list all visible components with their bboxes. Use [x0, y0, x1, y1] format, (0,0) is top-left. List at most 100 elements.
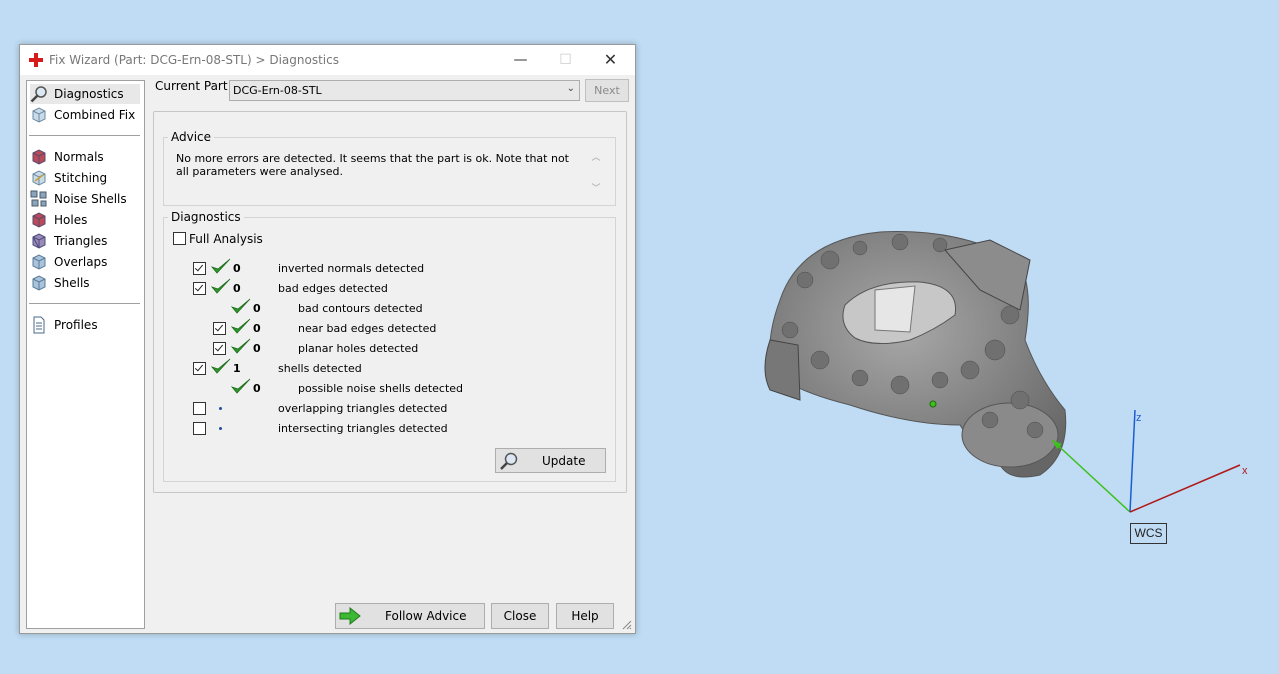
update-label: Update — [542, 454, 586, 468]
triangles-cube-icon — [32, 233, 46, 249]
diagnostic-count: 0 — [233, 262, 241, 275]
diagnostic-count: 0 — [253, 342, 261, 355]
nav-label: Combined Fix — [54, 108, 136, 122]
overlaps-cube-icon — [32, 254, 46, 270]
diagnostic-count: 0 — [253, 382, 261, 395]
green-check-icon — [211, 258, 231, 274]
pending-dot-icon — [219, 427, 222, 430]
nav-item-overlaps[interactable]: Overlaps — [30, 252, 140, 272]
close-button[interactable]: Close — [491, 603, 549, 629]
red-cross-icon — [29, 53, 43, 67]
diagnostic-checkbox[interactable] — [193, 262, 206, 275]
holes-cube-icon — [32, 212, 46, 228]
magnifier-icon — [30, 86, 47, 103]
z-axis-label: z — [1136, 412, 1142, 424]
noise-shells-icon — [30, 190, 47, 207]
maximize-button[interactable]: ☐ — [543, 45, 588, 75]
diagnostic-checkbox[interactable] — [193, 362, 206, 375]
x-axis-label: x — [1242, 465, 1248, 477]
advice-scrollbar[interactable]: ︿ ﹀ — [590, 150, 602, 194]
green-check-icon — [211, 278, 231, 294]
nav-divider — [29, 135, 140, 136]
nav-label: Shells — [54, 276, 90, 290]
nav-item-triangles[interactable]: Triangles — [30, 231, 140, 251]
nav-item-noise-shells[interactable]: Noise Shells — [30, 189, 140, 209]
diagnostic-checkbox[interactable] — [193, 282, 206, 295]
diagnostic-label: inverted normals detected — [278, 262, 425, 275]
nav-item-combined-fix[interactable]: Combined Fix — [30, 105, 140, 125]
diagnostic-label: intersecting triangles detected — [278, 422, 448, 435]
nav-label: Profiles — [54, 318, 98, 332]
nav-label: Noise Shells — [54, 192, 127, 206]
resize-grip-icon[interactable] — [620, 618, 632, 630]
nav-item-profiles[interactable]: Profiles — [30, 315, 140, 335]
diagnostic-checkbox[interactable] — [193, 402, 206, 415]
window-title: Fix Wizard (Part: DCG-Ern-08-STL) > Diag… — [49, 53, 339, 67]
diagnostic-label: shells detected — [278, 362, 362, 375]
full-analysis-checkbox[interactable] — [173, 232, 186, 245]
diagnostics-legend: Diagnostics — [171, 210, 241, 224]
pending-dot-icon — [219, 407, 222, 410]
nav-item-holes[interactable]: Holes — [30, 210, 140, 230]
nav-label: Holes — [54, 213, 88, 227]
diagnostic-checkbox[interactable] — [193, 422, 206, 435]
diagnostic-count: 0 — [233, 282, 241, 295]
green-check-icon — [231, 338, 251, 354]
diagnostic-count: 0 — [253, 302, 261, 315]
diagnostic-label: bad contours detected — [298, 302, 423, 315]
diagnostic-label: overlapping triangles detected — [278, 402, 448, 415]
green-check-icon — [231, 318, 251, 334]
title-bar[interactable]: Fix Wizard (Part: DCG-Ern-08-STL) > Diag… — [20, 45, 635, 75]
pivot-marker-icon — [929, 400, 937, 408]
next-button[interactable]: Next — [585, 79, 629, 102]
nav-label: Diagnostics — [54, 87, 124, 101]
help-button[interactable]: Help — [556, 603, 614, 629]
x-axis-line — [1129, 464, 1241, 513]
advice-legend: Advice — [171, 130, 212, 144]
cube-icon — [32, 107, 46, 123]
green-check-icon — [231, 378, 251, 394]
z-axis-line — [1129, 409, 1136, 513]
close-window-button[interactable]: ✕ — [588, 45, 633, 75]
stitching-cube-icon — [32, 170, 46, 186]
axis-triad: z x — [1051, 409, 1248, 513]
nav-label: Triangles — [54, 234, 108, 248]
nav-item-diagnostics[interactable]: Diagnostics — [30, 84, 140, 104]
green-arrow-icon — [339, 607, 361, 625]
nav-item-normals[interactable]: Normals — [30, 147, 140, 167]
diagnostic-count: 1 — [233, 362, 241, 375]
magnifier-icon — [500, 452, 518, 470]
nav-item-stitching[interactable]: Stitching — [30, 168, 140, 188]
green-check-icon — [231, 298, 251, 314]
full-analysis-label: Full Analysis — [189, 232, 263, 246]
diagnostic-label: possible noise shells detected — [298, 382, 464, 395]
nav-label: Stitching — [54, 171, 108, 185]
nav-divider — [29, 303, 140, 304]
scroll-down-icon[interactable]: ﹀ — [590, 181, 602, 194]
green-check-icon — [211, 358, 231, 374]
minimize-button[interactable]: — — [498, 45, 543, 75]
nav-label: Normals — [54, 150, 104, 164]
diagnostic-label: bad edges detected — [278, 282, 388, 295]
wizard-nav: Diagnostics Combined Fix Normals Stitchi… — [26, 80, 145, 629]
current-part-value: DCG-Ern-08-STL — [233, 84, 322, 97]
shells-cube-icon — [32, 275, 46, 291]
current-part-label: Current Part: — [155, 79, 232, 93]
nav-label: Overlaps — [54, 255, 108, 269]
diagnostic-checkbox[interactable] — [213, 322, 226, 335]
normals-cube-icon — [32, 149, 46, 165]
advice-text: No more errors are detected. It seems th… — [176, 152, 569, 178]
current-part-select[interactable]: DCG-Ern-08-STL ⌄ — [229, 80, 580, 101]
diagnostic-count: 0 — [253, 322, 261, 335]
follow-advice-button[interactable]: Follow Advice — [335, 603, 485, 629]
y-axis-line — [1051, 439, 1131, 513]
follow-advice-label: Follow Advice — [385, 609, 467, 623]
document-icon — [33, 316, 45, 334]
wcs-label: WCS — [1130, 523, 1167, 544]
diagnostic-checkbox[interactable] — [213, 342, 226, 355]
chevron-down-icon: ⌄ — [566, 83, 575, 94]
nav-item-shells[interactable]: Shells — [30, 273, 140, 293]
scroll-up-icon[interactable]: ︿ — [590, 150, 602, 163]
diagnostic-label: planar holes detected — [298, 342, 419, 355]
update-button[interactable]: Update — [495, 448, 606, 473]
